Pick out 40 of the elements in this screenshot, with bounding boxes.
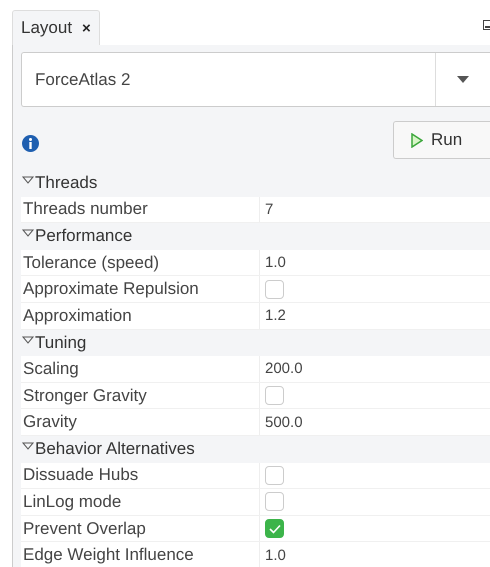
category-title[interactable]: Behavior Alternatives: [35, 439, 195, 460]
caret-icon: [457, 76, 469, 83]
expand-triangle-icon[interactable]: [22, 442, 34, 450]
close-button[interactable]: ×: [82, 20, 91, 36]
property-value[interactable]: 1.2: [265, 307, 286, 324]
property-name: Prevent Overlap: [21, 516, 260, 542]
category-title[interactable]: Performance: [35, 226, 132, 246]
property-name: Approximate Repulsion: [21, 276, 260, 302]
property-value[interactable]: 7: [265, 200, 274, 218]
expand-triangle-icon[interactable]: [22, 176, 34, 184]
play-icon: [411, 132, 423, 148]
info-icon[interactable]: [22, 134, 39, 152]
category-title[interactable]: Tuning: [35, 332, 86, 353]
property-name: LinLog mode: [21, 489, 260, 515]
expand-triangle-icon[interactable]: [22, 229, 34, 238]
checkbox[interactable]: [265, 280, 284, 299]
property-name: Stronger Gravity: [21, 382, 260, 408]
property-name: Approximation: [21, 302, 260, 329]
layout-tab[interactable]: Layout ×: [12, 10, 100, 45]
expand-triangle-icon[interactable]: [22, 336, 34, 344]
property-value[interactable]: 200.0: [265, 360, 303, 378]
property-name: Scaling: [21, 356, 260, 382]
checkbox[interactable]: [265, 386, 284, 406]
checkbox[interactable]: [265, 492, 284, 512]
checkbox[interactable]: [265, 466, 284, 485]
property-name: Dissuade Hubs: [21, 462, 260, 488]
property-value[interactable]: 1.0: [265, 254, 286, 272]
property-name: Threads number: [21, 196, 260, 222]
checkmark-icon: [268, 524, 282, 534]
property-value[interactable]: 500.0: [265, 414, 303, 431]
tab-title: Layout: [21, 18, 72, 38]
checkbox[interactable]: [265, 519, 284, 538]
property-name: Edge Weight Influence: [21, 542, 260, 567]
property-name: Tolerance (speed): [21, 250, 260, 276]
property-value[interactable]: 1.0: [265, 546, 286, 564]
category-title[interactable]: Threads: [35, 173, 98, 194]
run-button[interactable]: Run: [393, 121, 490, 159]
minimize-icon[interactable]: [483, 20, 490, 30]
algorithm-dropdown[interactable]: ForceAtlas 2: [21, 52, 490, 107]
property-name: Gravity: [21, 409, 260, 435]
